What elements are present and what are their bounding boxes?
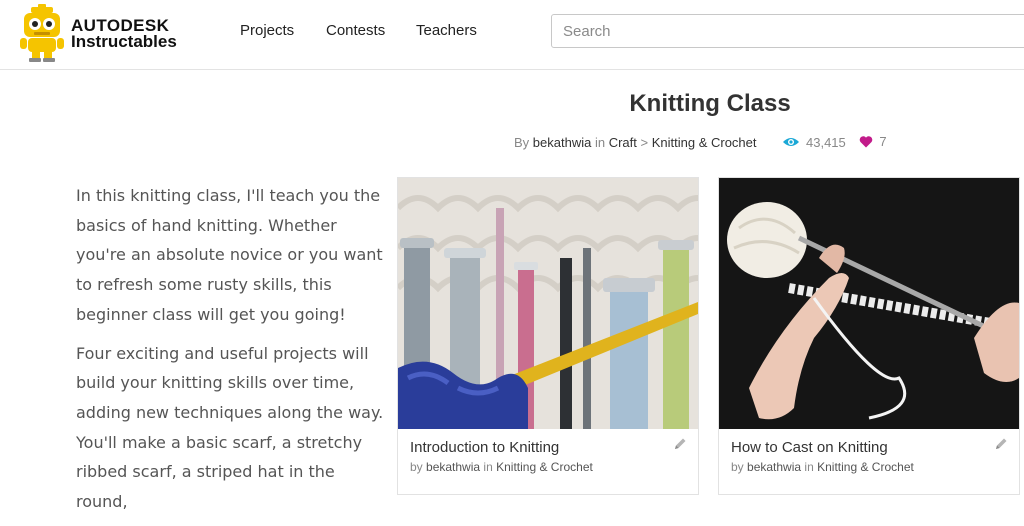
cast-on-knitting-image (719, 178, 1019, 429)
by-label: By (514, 135, 530, 150)
heart-icon (860, 136, 873, 148)
robot-logo-icon (20, 4, 64, 62)
description-paragraph: Four exciting and useful projects will b… (76, 343, 384, 512)
pencil-icon[interactable] (993, 436, 1009, 452)
author-link[interactable]: bekathwia (533, 135, 592, 150)
brand-instructables: Instructables (71, 32, 177, 51)
card-category-link[interactable]: Knitting & Crochet (496, 460, 593, 474)
in-label: in (483, 460, 493, 474)
eye-icon (783, 138, 799, 146)
favorites-count: 7 (879, 134, 887, 149)
nav-projects[interactable]: Projects (240, 22, 294, 39)
card-author-link[interactable]: bekathwia (747, 460, 801, 474)
card-category-link[interactable]: Knitting & Crochet (817, 460, 914, 474)
logo[interactable]: AUTODESK Instructables (18, 4, 188, 62)
search-input[interactable] (551, 14, 1024, 48)
knitting-needles-image (398, 178, 698, 429)
category-link[interactable]: Craft (609, 135, 637, 150)
views-stat: 43,415 (782, 135, 846, 150)
card-title[interactable]: How to Cast on Knitting (731, 439, 888, 456)
card-author-link[interactable]: bekathwia (426, 460, 480, 474)
page-title: Knitting Class (629, 90, 791, 117)
nav-teachers[interactable]: Teachers (416, 22, 477, 39)
nav-contests[interactable]: Contests (326, 22, 385, 39)
class-description: In this knitting class, I'll teach you t… (76, 181, 386, 526)
card-title[interactable]: Introduction to Knitting (410, 439, 559, 456)
description-paragraph: In this knitting class, I'll teach you t… (76, 186, 383, 324)
stats: 43,415 7 (782, 134, 897, 151)
breadcrumb-separator: > (640, 135, 649, 150)
favorites-stat: 7 (859, 134, 887, 149)
by-label: by (410, 460, 423, 474)
in-label: in (804, 460, 814, 474)
card-meta: by bekathwia in Knitting & Crochet (410, 460, 593, 474)
lesson-card[interactable]: How to Cast on Knitting by bekathwia in … (718, 177, 1020, 495)
site-header: AUTODESK Instructables Projects Contests… (0, 0, 1024, 70)
subcategory-link[interactable]: Knitting & Crochet (652, 135, 757, 150)
by-label: by (731, 460, 744, 474)
pencil-icon[interactable] (672, 436, 688, 452)
in-label: in (594, 135, 606, 150)
card-meta: by bekathwia in Knitting & Crochet (731, 460, 914, 474)
author-meta: By bekathwia in Craft > Knitting & Croch… (514, 135, 757, 150)
lesson-card[interactable]: Introduction to Knitting by bekathwia in… (397, 177, 699, 495)
views-count: 43,415 (806, 134, 846, 150)
